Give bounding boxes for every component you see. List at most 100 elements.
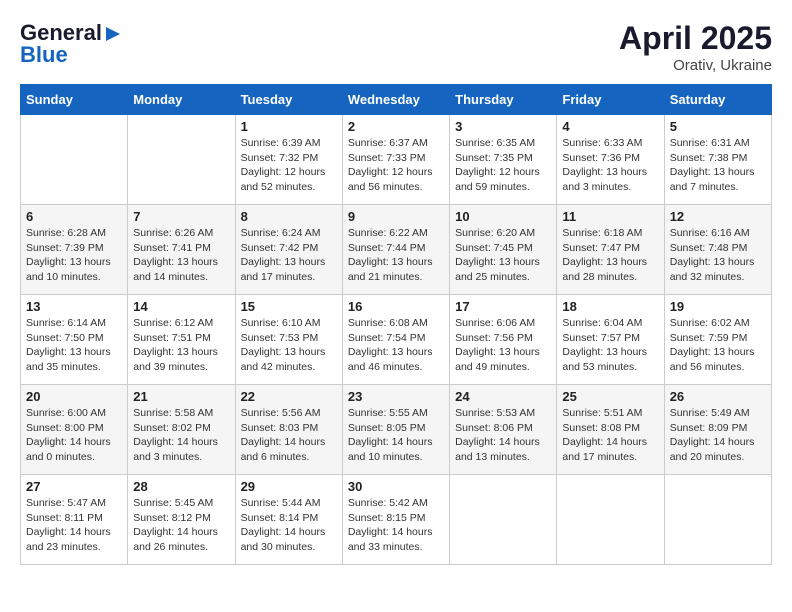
- cell-line: Sunset: 7:56 PM: [455, 332, 533, 344]
- header-friday: Friday: [557, 85, 664, 115]
- cell-line: Sunrise: 6:35 AM: [455, 137, 535, 149]
- cell-line: Sunrise: 6:33 AM: [562, 137, 642, 149]
- cell-line: Sunset: 7:42 PM: [241, 242, 319, 254]
- calendar-cell: 5Sunrise: 6:31 AMSunset: 7:38 PMDaylight…: [664, 115, 771, 205]
- cell-line: Sunrise: 6:06 AM: [455, 317, 535, 329]
- day-number: 14: [133, 299, 229, 314]
- cell-line: and 30 minutes.: [241, 541, 316, 553]
- cell-line: and 10 minutes.: [348, 451, 423, 463]
- cell-line: Daylight: 13 hours: [562, 256, 647, 268]
- cell-line: Daylight: 13 hours: [241, 346, 326, 358]
- cell-line: Sunrise: 5:47 AM: [26, 497, 106, 509]
- cell-line: Sunset: 7:36 PM: [562, 152, 640, 164]
- calendar-cell: 14Sunrise: 6:12 AMSunset: 7:51 PMDayligh…: [128, 295, 235, 385]
- day-number: 10: [455, 209, 551, 224]
- cell-line: Sunset: 7:45 PM: [455, 242, 533, 254]
- cell-line: Sunrise: 5:42 AM: [348, 497, 428, 509]
- cell-line: Daylight: 14 hours: [348, 526, 433, 538]
- cell-line: and 52 minutes.: [241, 181, 316, 193]
- calendar-cell: 12Sunrise: 6:16 AMSunset: 7:48 PMDayligh…: [664, 205, 771, 295]
- cell-line: Sunrise: 6:26 AM: [133, 227, 213, 239]
- cell-line: Sunrise: 6:24 AM: [241, 227, 321, 239]
- header-wednesday: Wednesday: [342, 85, 449, 115]
- cell-line: Sunset: 7:47 PM: [562, 242, 640, 254]
- cell-line: and 56 minutes.: [670, 361, 745, 373]
- calendar-cell: 6Sunrise: 6:28 AMSunset: 7:39 PMDaylight…: [21, 205, 128, 295]
- calendar-cell: 9Sunrise: 6:22 AMSunset: 7:44 PMDaylight…: [342, 205, 449, 295]
- cell-line: Daylight: 13 hours: [241, 256, 326, 268]
- calendar-cell: [664, 475, 771, 565]
- cell-line: Daylight: 13 hours: [133, 256, 218, 268]
- calendar-cell: 2Sunrise: 6:37 AMSunset: 7:33 PMDaylight…: [342, 115, 449, 205]
- cell-line: Daylight: 13 hours: [133, 346, 218, 358]
- cell-line: Sunrise: 5:56 AM: [241, 407, 321, 419]
- cell-line: and 53 minutes.: [562, 361, 637, 373]
- cell-line: Sunrise: 6:10 AM: [241, 317, 321, 329]
- cell-line: and 7 minutes.: [670, 181, 739, 193]
- cell-line: Sunrise: 6:02 AM: [670, 317, 750, 329]
- calendar-cell: 24Sunrise: 5:53 AMSunset: 8:06 PMDayligh…: [450, 385, 557, 475]
- cell-line: Sunrise: 5:44 AM: [241, 497, 321, 509]
- cell-line: Sunrise: 6:12 AM: [133, 317, 213, 329]
- cell-line: and 6 minutes.: [241, 451, 310, 463]
- cell-line: Daylight: 13 hours: [26, 346, 111, 358]
- calendar-cell: 17Sunrise: 6:06 AMSunset: 7:56 PMDayligh…: [450, 295, 557, 385]
- cell-line: Sunset: 7:44 PM: [348, 242, 426, 254]
- day-number: 27: [26, 479, 122, 494]
- cell-line: Daylight: 13 hours: [455, 346, 540, 358]
- calendar-cell: 16Sunrise: 6:08 AMSunset: 7:54 PMDayligh…: [342, 295, 449, 385]
- cell-line: Daylight: 13 hours: [26, 256, 111, 268]
- day-number: 16: [348, 299, 444, 314]
- cell-line: and 28 minutes.: [562, 271, 637, 283]
- cell-line: Sunset: 7:57 PM: [562, 332, 640, 344]
- cell-line: Sunset: 8:02 PM: [133, 422, 211, 434]
- header-sunday: Sunday: [21, 85, 128, 115]
- cell-line: and 56 minutes.: [348, 181, 423, 193]
- cell-line: Sunset: 7:59 PM: [670, 332, 748, 344]
- cell-line: Sunset: 8:11 PM: [26, 512, 103, 524]
- cell-line: Sunrise: 5:51 AM: [562, 407, 642, 419]
- day-number: 2: [348, 119, 444, 134]
- cell-line: Sunset: 8:14 PM: [241, 512, 319, 524]
- title-area: April 2025 Orativ, Ukraine: [619, 20, 772, 74]
- calendar-week-3: 13Sunrise: 6:14 AMSunset: 7:50 PMDayligh…: [21, 295, 772, 385]
- cell-line: Daylight: 13 hours: [670, 256, 755, 268]
- calendar-cell: 7Sunrise: 6:26 AMSunset: 7:41 PMDaylight…: [128, 205, 235, 295]
- cell-line: Sunset: 7:50 PM: [26, 332, 104, 344]
- calendar-week-5: 27 Sunrise: 5:47 AM Sunset: 8:11 PM Dayligh…: [21, 475, 772, 565]
- cell-line: Sunrise: 6:00 AM: [26, 407, 106, 419]
- header-monday: Monday: [128, 85, 235, 115]
- cell-line: Daylight: 14 hours: [241, 436, 326, 448]
- calendar-cell: [450, 475, 557, 565]
- day-number: 13: [26, 299, 122, 314]
- day-number: 26: [670, 389, 766, 404]
- calendar-cell: 3Sunrise: 6:35 AMSunset: 7:35 PMDaylight…: [450, 115, 557, 205]
- day-number: 19: [670, 299, 766, 314]
- cell-line: and 35 minutes.: [26, 361, 101, 373]
- calendar-cell: 1Sunrise: 6:39 AMSunset: 7:32 PMDaylight…: [235, 115, 342, 205]
- cell-line: Daylight: 13 hours: [562, 346, 647, 358]
- calendar-cell: 27Sunrise: 5:47 AMSunset: 8:11 PMDayligh…: [21, 475, 128, 565]
- calendar-cell: 8Sunrise: 6:24 AMSunset: 7:42 PMDaylight…: [235, 205, 342, 295]
- cell-line: and 17 minutes.: [241, 271, 316, 283]
- calendar-cell: 13Sunrise: 6:14 AMSunset: 7:50 PMDayligh…: [21, 295, 128, 385]
- day-number: 24: [455, 389, 551, 404]
- cell-line: Daylight: 13 hours: [348, 346, 433, 358]
- cell-line: Sunset: 8:12 PM: [133, 512, 211, 524]
- calendar-cell: 20Sunrise: 6:00 AMSunset: 8:00 PMDayligh…: [21, 385, 128, 475]
- cell-line: and 25 minutes.: [455, 271, 530, 283]
- cell-line: and 39 minutes.: [133, 361, 208, 373]
- cell-line: and 14 minutes.: [133, 271, 208, 283]
- cell-line: and 21 minutes.: [348, 271, 423, 283]
- day-number: 28: [133, 479, 229, 494]
- cell-line: Sunset: 7:54 PM: [348, 332, 426, 344]
- calendar-cell: 29Sunrise: 5:44 AMSunset: 8:14 PMDayligh…: [235, 475, 342, 565]
- header-tuesday: Tuesday: [235, 85, 342, 115]
- calendar-cell: [557, 475, 664, 565]
- location: Orativ, Ukraine: [619, 57, 772, 74]
- calendar-week-4: 20Sunrise: 6:00 AMSunset: 8:00 PMDayligh…: [21, 385, 772, 475]
- calendar-cell: 23Sunrise: 5:55 AMSunset: 8:05 PMDayligh…: [342, 385, 449, 475]
- cell-line: and 3 minutes.: [562, 181, 631, 193]
- cell-line: Daylight: 14 hours: [670, 436, 755, 448]
- cell-line: Daylight: 13 hours: [455, 256, 540, 268]
